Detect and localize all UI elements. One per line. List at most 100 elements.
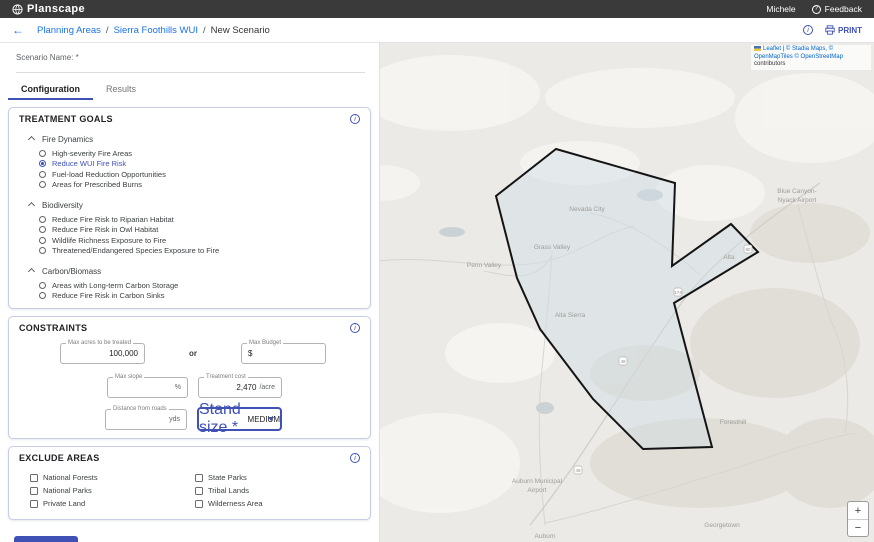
radio-icon: [39, 247, 46, 255]
dollar-prefix: $: [248, 349, 253, 358]
breadcrumb-planning-area-name[interactable]: Sierra Foothills WUI: [114, 25, 198, 36]
breadcrumb-separator: /: [203, 24, 206, 36]
radio-option[interactable]: Areas for Prescribed Burns: [39, 180, 360, 191]
label-foresthill: Foresthill: [720, 419, 747, 426]
label-penn-valley: Penn Valley: [467, 262, 502, 269]
highway-shield-174: 174: [673, 287, 683, 297]
checkbox-national-forests[interactable]: National Forests: [30, 471, 195, 484]
radio-option[interactable]: Threatened/Endangered Species Exposure t…: [39, 246, 360, 257]
exclude-areas-title: EXCLUDE AREAS: [19, 453, 100, 463]
exclude-areas-card: EXCLUDE AREAS i National Forests Nationa…: [8, 446, 371, 520]
highway-shield-49: 49: [618, 356, 628, 366]
goal-group-carbon-biomass: Carbon/Biomass Areas with Long-term Carb…: [19, 267, 360, 301]
exclude-areas-info-icon[interactable]: i: [350, 453, 360, 463]
group-name: Fire Dynamics: [42, 135, 94, 144]
label-alta: Alta: [723, 254, 735, 261]
app-window: Planscape Michele ? Feedback ← Planning …: [0, 0, 874, 542]
checkbox-wilderness-area[interactable]: Wilderness Area: [195, 497, 360, 510]
collapse-chevron-icon[interactable]: [27, 135, 36, 144]
checkbox-icon: [30, 499, 38, 508]
collapse-chevron-icon[interactable]: [27, 267, 36, 276]
treatment-goals-card: TREATMENT GOALS i Fire Dynamics High-sev…: [8, 107, 371, 309]
treatment-cost-field[interactable]: Treatment cost 2,470 /acre: [198, 374, 282, 398]
breadcrumb-planning-areas[interactable]: Planning Areas: [37, 25, 101, 36]
group-name: Carbon/Biomass: [42, 267, 102, 276]
stand-size-select[interactable]: Stand size * MEDIUM: [197, 401, 282, 436]
treatment-goals-info-icon[interactable]: i: [350, 114, 360, 124]
user-menu[interactable]: Michele: [766, 4, 795, 14]
planscape-logo[interactable]: Planscape: [12, 3, 85, 15]
scenario-name-label: Scenario Name: *: [16, 53, 79, 62]
constraints-card: CONSTRAINTS i Max acres to be treated 10…: [8, 316, 371, 439]
scenario-name-input[interactable]: [16, 64, 365, 73]
checkbox-icon: [195, 473, 203, 482]
yds-suffix: yds: [169, 415, 180, 423]
chevron-down-icon: [268, 417, 274, 421]
radio-icon: [39, 292, 46, 300]
user-name: Michele: [766, 4, 796, 14]
radio-option-selected[interactable]: Reduce WUI Fire Risk: [39, 159, 360, 170]
help-icon: ?: [811, 4, 821, 14]
checkbox-icon: [195, 486, 203, 495]
feedback-button[interactable]: ? Feedback: [811, 4, 862, 14]
group-name: Biodiversity: [42, 201, 83, 210]
map-attribution: Leaflet | © Stadia Maps, © OpenMapTiles …: [751, 45, 871, 70]
label-grass-valley: Grass Valley: [534, 244, 571, 251]
label-nyack-airport: Nyack Airport: [778, 197, 817, 204]
radio-icon: [39, 181, 46, 189]
breadcrumb-separator: /: [105, 24, 109, 36]
checkbox-state-parks[interactable]: State Parks: [195, 471, 360, 484]
print-button[interactable]: PRINT: [825, 25, 862, 35]
openstreetmap-link[interactable]: © OpenStreetMap: [794, 54, 842, 60]
zoom-out-button[interactable]: −: [848, 519, 868, 536]
tab-configuration[interactable]: Configuration: [8, 79, 93, 100]
checkbox-tribal-lands[interactable]: Tribal Lands: [195, 484, 360, 497]
label-nevada-city: Nevada City: [569, 206, 605, 213]
radio-option[interactable]: Reduce Fire Risk in Owl Habitat: [39, 225, 360, 236]
radio-icon: [39, 226, 46, 234]
max-slope-field[interactable]: Max slope %: [107, 374, 188, 398]
label-auburn: Auburn: [535, 533, 556, 540]
highway-shield-80: 80: [743, 244, 753, 254]
back-arrow-icon[interactable]: ←: [12, 23, 24, 37]
leaflet-flag-icon: [754, 46, 761, 51]
scenario-info-icon[interactable]: i: [803, 25, 813, 35]
radio-option[interactable]: Reduce Fire Risk to Riparian Habitat: [39, 214, 360, 225]
checkbox-national-parks[interactable]: National Parks: [30, 484, 195, 497]
logo-text: Planscape: [27, 3, 86, 15]
generate-button[interactable]: GENERATE: [14, 536, 79, 542]
leaflet-link[interactable]: Leaflet: [763, 46, 781, 52]
constraints-info-icon[interactable]: i: [350, 323, 360, 333]
label-auburn-airport: Airport: [527, 487, 546, 494]
printer-icon: [825, 25, 835, 35]
contributors-text: contributors: [754, 61, 786, 68]
zoom-in-button[interactable]: +: [848, 502, 868, 519]
radio-option[interactable]: Reduce Fire Risk in Carbon Sinks: [39, 291, 360, 302]
label-alta-sierra: Alta Sierra: [555, 312, 586, 319]
tab-results[interactable]: Results: [93, 79, 149, 100]
distance-from-roads-field[interactable]: Distance from roads yds: [105, 405, 187, 430]
radio-icon: [39, 160, 46, 168]
radio-option[interactable]: High-severity Fire Areas: [39, 148, 360, 159]
svg-text:49: 49: [575, 468, 581, 473]
treatment-goals-title: TREATMENT GOALS: [19, 114, 113, 124]
label-georgetown: Georgetown: [704, 522, 740, 529]
collapse-chevron-icon[interactable]: [27, 201, 36, 210]
breadcrumb-toolbar: ← Planning Areas / Sierra Foothills WUI …: [0, 18, 874, 43]
map-tiles: 49 49 174 80 Nevada City Grass Valley Pe…: [380, 43, 874, 542]
max-budget-field[interactable]: Max Budget $: [241, 340, 326, 364]
stadia-link[interactable]: © Stadia Maps,: [786, 46, 827, 52]
percent-suffix: %: [174, 384, 181, 391]
checkbox-private-land[interactable]: Private Land: [30, 497, 195, 510]
tab-bar: Configuration Results: [8, 79, 371, 100]
breadcrumb-current: New Scenario: [210, 24, 270, 36]
map-canvas[interactable]: 49 49 174 80 Nevada City Grass Valley Pe…: [380, 43, 874, 542]
radio-option[interactable]: Areas with Long-term Carbon Storage: [39, 280, 360, 291]
radio-icon: [39, 215, 46, 223]
radio-option[interactable]: Fuel-load Reduction Opportunities: [39, 169, 360, 180]
svg-text:80: 80: [745, 247, 751, 252]
highway-shield-49: 49: [573, 465, 583, 475]
radio-option[interactable]: Wildlife Richness Exposure to Fire: [39, 235, 360, 246]
max-acres-field[interactable]: Max acres to be treated 100,000: [60, 340, 145, 364]
globe-icon: [12, 3, 23, 15]
